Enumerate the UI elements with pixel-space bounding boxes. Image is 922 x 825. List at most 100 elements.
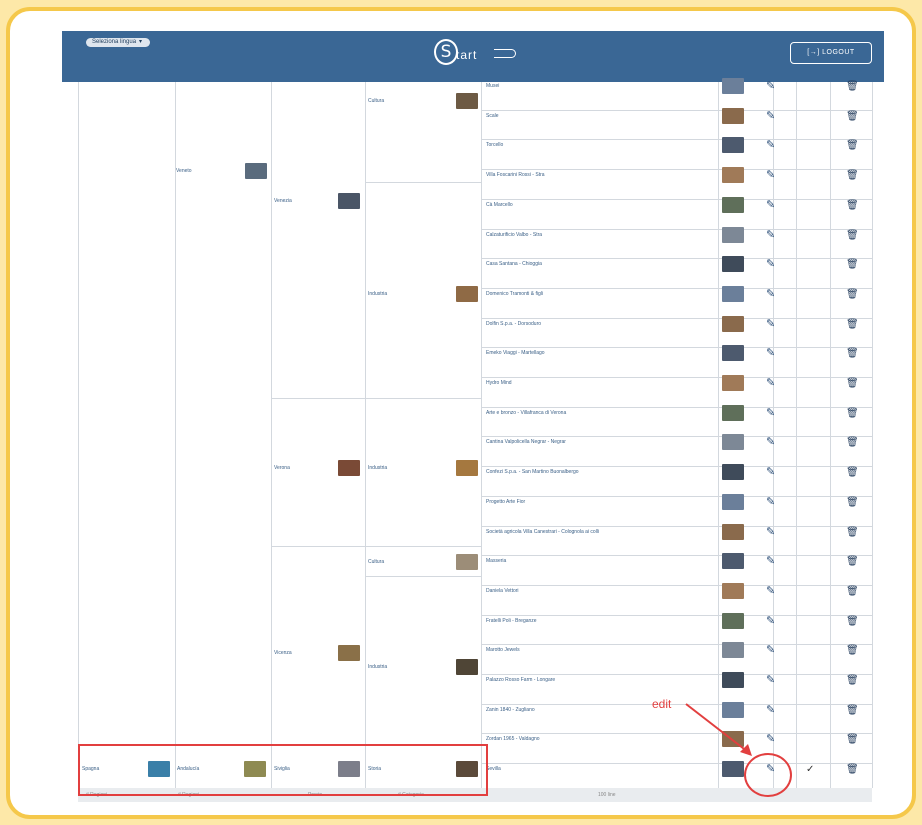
footer-count: 100 line [598,792,616,798]
column-divider [796,82,797,788]
edit-icon[interactable]: ✎ [766,81,775,92]
item-thumbnail [722,523,744,540]
item-thumbnail [722,493,744,510]
edit-icon[interactable]: ✎ [766,645,775,656]
item-label: Arte e bronzo - Villafranca di Verona [486,409,567,416]
row-divider [365,546,481,547]
row-divider [481,466,872,468]
item-thumbnail [722,404,744,421]
item-label: Zordan 1965 - Valdagno [486,736,540,743]
hierarchy-thumbnail [338,645,360,661]
edit-icon[interactable]: ✎ [766,259,775,270]
edit-icon[interactable]: ✎ [766,378,775,389]
edit-icon[interactable]: ✎ [766,318,775,330]
row-divider [365,182,481,183]
trash-icon[interactable]: 🗑 [846,170,859,181]
item-label: Dolfin S.p.a. - Dorsoduro [486,320,542,327]
trash-icon[interactable]: 🗑 [846,289,859,300]
row-divider [481,525,872,527]
edit-icon[interactable]: ✎ [766,556,775,567]
hierarchy-thumbnail [338,193,360,209]
item-thumbnail [722,196,744,213]
item-label: Società agricola Villa Canestrari - Colo… [486,528,600,535]
row-divider [481,109,872,111]
hierarchy-thumbnail [456,460,478,476]
trash-icon[interactable]: 🗑 [846,408,859,419]
row-divider [481,198,872,200]
language-select-label: Seleziona lingua [92,39,137,45]
column-divider [481,82,482,788]
edit-icon[interactable]: ✎ [766,170,775,181]
edit-icon[interactable]: ✎ [766,675,775,686]
item-label: Musei [486,83,500,89]
row-divider [481,674,872,675]
item-label: Torcello [486,142,504,149]
edit-icon[interactable]: ✎ [766,437,775,448]
trash-icon[interactable]: 🗑 [846,586,859,597]
trash-icon[interactable]: 🗑 [846,81,859,92]
edit-icon[interactable]: ✎ [766,467,775,478]
edit-icon[interactable]: ✎ [766,229,775,241]
item-thumbnail [722,167,744,184]
language-select[interactable]: Seleziona lingua ▾ [86,38,151,47]
item-label: Cà Marcello [486,201,513,208]
edit-icon[interactable]: ✎ [766,496,775,508]
row-divider [481,644,872,646]
item-label: Fratelli Poli - Breganze [486,617,537,624]
edit-icon[interactable]: ✎ [766,526,775,538]
row-divider [271,398,365,399]
trash-icon[interactable]: 🗑 [846,378,859,389]
highlight-box [78,744,488,796]
trash-icon[interactable]: 🗑 [846,437,859,448]
chevron-down-icon: ▾ [139,39,143,45]
item-label: Hydro Mind [486,380,512,386]
item-thumbnail [722,375,744,391]
trash-icon[interactable]: 🗑 [846,111,859,122]
row-divider [481,287,872,289]
trash-icon[interactable]: 🗑 [846,259,859,270]
start-logo: S tart [434,37,526,73]
trash-icon[interactable]: 🗑 [846,734,859,745]
logout-button[interactable]: [→] LOGOUT [790,42,872,64]
row-divider [481,614,872,616]
edit-icon[interactable]: ✎ [766,615,775,627]
edit-icon[interactable]: ✎ [766,407,775,419]
trash-icon[interactable]: 🗑 [846,705,859,716]
trash-icon[interactable]: 🗑 [846,467,859,478]
logo-text: tart [456,48,478,62]
column-divider [175,82,176,788]
column-divider [830,82,831,788]
item-label: Villa Foscarini Rossi - Stra [486,172,545,179]
check-icon[interactable]: ✓ [806,764,814,775]
item-thumbnail [722,226,744,243]
row-divider [481,733,872,735]
edit-icon[interactable]: ✎ [766,140,775,151]
hierarchy-label: Cultura [368,559,385,565]
trash-icon[interactable]: 🗑 [846,645,859,656]
trash-icon[interactable]: 🗑 [846,556,859,567]
edit-icon[interactable]: ✎ [766,110,775,122]
column-divider [271,82,272,788]
edit-icon[interactable]: ✎ [766,348,775,359]
edit-icon[interactable]: ✎ [766,288,775,300]
trash-icon[interactable]: 🗑 [846,616,859,627]
column-divider [365,82,366,788]
trash-icon[interactable]: 🗑 [846,764,859,775]
trash-icon[interactable]: 🗑 [846,140,859,151]
trash-icon[interactable]: 🗑 [846,348,859,359]
row-divider [481,169,872,171]
edit-icon[interactable]: ✎ [766,199,775,211]
row-divider [481,258,872,260]
item-label: Confezi S.p.a. - San Martino Buonalbergo [486,469,579,476]
item-thumbnail [722,345,744,362]
trash-icon[interactable]: 🗑 [846,200,859,211]
item-label: Domenico Tramonti & figli [486,290,543,297]
trash-icon[interactable]: 🗑 [846,527,859,538]
item-label: Daniela Vettori [486,587,519,594]
edit-icon[interactable]: ✎ [766,585,775,597]
trash-icon[interactable]: 🗑 [846,230,859,241]
trash-icon[interactable]: 🗑 [846,497,859,508]
trash-icon[interactable]: 🗑 [846,319,859,330]
trash-icon[interactable]: 🗑 [846,675,859,686]
item-label: Palazzo Rosso Farm - Longare [486,677,556,683]
